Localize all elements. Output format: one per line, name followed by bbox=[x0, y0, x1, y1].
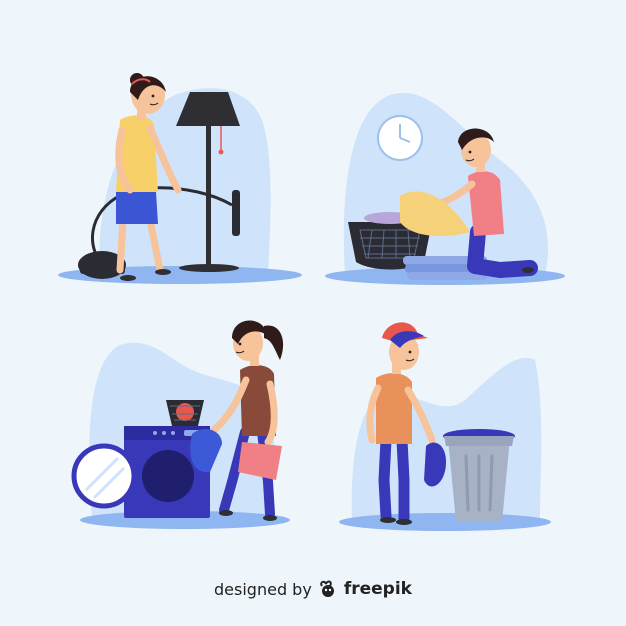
illustration bbox=[58, 73, 565, 531]
vacuuming-scene bbox=[58, 73, 302, 284]
wall-clock-icon bbox=[377, 115, 423, 161]
credit-footer: designed by freepik bbox=[0, 574, 626, 604]
washing-machine-scene bbox=[71, 320, 290, 529]
freepik-logo-icon bbox=[320, 580, 334, 597]
folding-laundry-scene bbox=[325, 92, 565, 285]
credit-prefix: designed by bbox=[214, 579, 312, 599]
floor-shadow bbox=[339, 513, 551, 531]
taking-out-trash-scene bbox=[339, 322, 551, 531]
freepik-brand[interactable]: freepik bbox=[344, 579, 412, 599]
laundry-basket-small bbox=[166, 400, 204, 426]
